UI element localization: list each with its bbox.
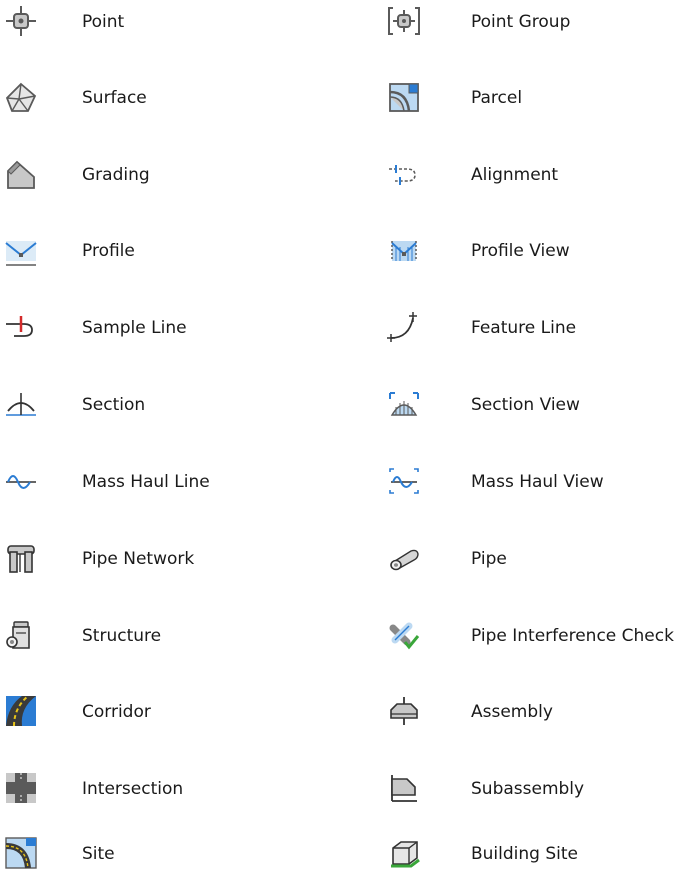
legend-label: Feature Line bbox=[471, 318, 577, 338]
legend-entry: Feature Line bbox=[385, 310, 699, 350]
legend-row: Mass Haul Line Mass Haul View bbox=[0, 464, 699, 504]
legend-row: Section Section View bbox=[0, 387, 699, 427]
legend-row: Pipe Network Pipe bbox=[0, 541, 699, 581]
legend-entry: Intersection bbox=[0, 771, 380, 811]
legend-entry: Point Group bbox=[385, 4, 699, 44]
legend-label: Pipe bbox=[471, 549, 507, 569]
legend-row: Intersection Subassembly bbox=[0, 771, 699, 811]
legend-label: Assembly bbox=[471, 702, 553, 722]
legend-entry: Pipe bbox=[385, 541, 699, 581]
legend-label: Pipe Interference Check bbox=[471, 626, 674, 646]
legend-label: Profile bbox=[82, 241, 135, 261]
alignment-icon bbox=[387, 157, 421, 191]
parcel-icon bbox=[387, 80, 421, 114]
assembly-icon bbox=[387, 694, 421, 728]
legend-row: Structure Pipe Interference Check bbox=[0, 618, 699, 658]
legend-label: Building Site bbox=[471, 844, 579, 864]
legend-entry: Sample Line bbox=[0, 310, 380, 350]
intersection-icon bbox=[4, 771, 38, 805]
building-site-icon bbox=[387, 836, 421, 870]
legend-label: Mass Haul View bbox=[471, 472, 604, 492]
structure-icon bbox=[4, 618, 38, 652]
legend-entry: Site bbox=[0, 836, 380, 876]
legend-label: Point Group bbox=[471, 12, 571, 32]
legend-entry: Mass Haul Line bbox=[0, 464, 380, 504]
legend-entry: Surface bbox=[0, 80, 380, 120]
legend-label: Site bbox=[82, 844, 115, 864]
pipe-network-icon bbox=[4, 541, 38, 575]
legend-entry: Parcel bbox=[385, 80, 699, 120]
legend-label: Profile View bbox=[471, 241, 570, 261]
point-group-icon bbox=[387, 4, 421, 38]
legend-entry: Grading bbox=[0, 157, 380, 197]
legend-entry: Pipe Interference Check bbox=[385, 618, 699, 658]
legend-label: Parcel bbox=[471, 88, 523, 108]
legend-entry: Assembly bbox=[385, 694, 699, 734]
legend-entry: Profile View bbox=[385, 233, 699, 273]
corridor-icon bbox=[4, 694, 38, 728]
profile-view-icon bbox=[387, 233, 421, 267]
site-icon bbox=[4, 836, 38, 870]
grading-icon bbox=[4, 157, 38, 191]
point-icon bbox=[4, 4, 38, 38]
legend-entry: Building Site bbox=[385, 836, 699, 876]
legend-row: Point Point Group bbox=[0, 4, 699, 44]
legend-label: Subassembly bbox=[471, 779, 585, 799]
legend-label: Point bbox=[82, 12, 125, 32]
legend-row: Corridor Assembly bbox=[0, 694, 699, 734]
legend-entry: Mass Haul View bbox=[385, 464, 699, 504]
legend-row: Sample Line Feature Line bbox=[0, 310, 699, 350]
section-icon bbox=[4, 387, 38, 421]
legend-entry: Section bbox=[0, 387, 380, 427]
mass-haul-view-icon bbox=[387, 464, 421, 498]
legend-row: Surface Parcel bbox=[0, 80, 699, 120]
legend-label: Intersection bbox=[82, 779, 184, 799]
legend-label: Section bbox=[82, 395, 146, 415]
legend-label: Surface bbox=[82, 88, 147, 108]
sample-line-icon bbox=[4, 310, 38, 344]
subassembly-icon bbox=[387, 771, 421, 805]
legend-entry: Pipe Network bbox=[0, 541, 380, 581]
legend-label: Section View bbox=[471, 395, 580, 415]
section-view-icon bbox=[387, 387, 421, 421]
icon-legend: Point Point Group Surface Parcel Grading… bbox=[0, 0, 699, 873]
legend-row: Grading Alignment bbox=[0, 157, 699, 197]
legend-entry: Section View bbox=[385, 387, 699, 427]
feature-line-icon bbox=[387, 310, 421, 344]
pipe-icon bbox=[387, 541, 421, 575]
legend-entry: Point bbox=[0, 4, 380, 44]
legend-label: Corridor bbox=[82, 702, 151, 722]
legend-row: Profile Profile View bbox=[0, 233, 699, 273]
legend-entry: Corridor bbox=[0, 694, 380, 734]
legend-label: Sample Line bbox=[82, 318, 187, 338]
pipe-interference-check-icon bbox=[387, 618, 421, 652]
legend-entry: Alignment bbox=[385, 157, 699, 197]
legend-label: Structure bbox=[82, 626, 162, 646]
legend-entry: Subassembly bbox=[385, 771, 699, 811]
legend-entry: Structure bbox=[0, 618, 380, 658]
legend-label: Mass Haul Line bbox=[82, 472, 210, 492]
surface-icon bbox=[4, 80, 38, 114]
legend-label: Pipe Network bbox=[82, 549, 195, 569]
legend-row: Site Building Site bbox=[0, 836, 699, 876]
mass-haul-line-icon bbox=[4, 464, 38, 498]
profile-icon bbox=[4, 233, 38, 267]
legend-entry: Profile bbox=[0, 233, 380, 273]
legend-label: Alignment bbox=[471, 165, 559, 185]
legend-label: Grading bbox=[82, 165, 150, 185]
